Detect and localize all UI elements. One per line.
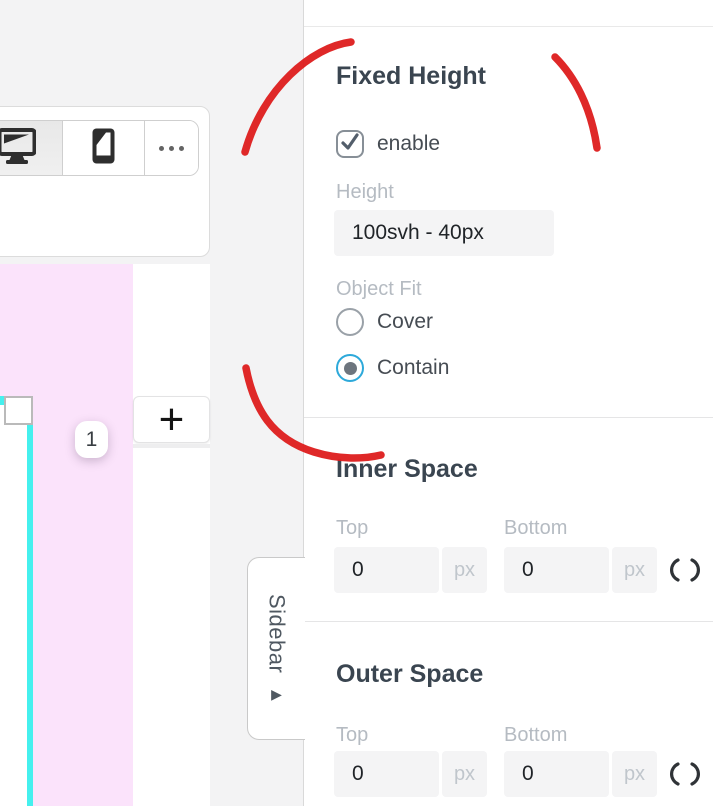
section-divider [304, 417, 713, 418]
sidebar-tab-label: Sidebar [264, 594, 290, 673]
inner-bottom-field: px [504, 547, 657, 593]
panel-top-divider [304, 26, 713, 27]
outer-top-input[interactable] [334, 751, 439, 797]
outer-top-label: Top [336, 724, 368, 747]
empty-column-strip [133, 264, 210, 806]
column-gap-band [133, 444, 210, 448]
height-label: Height [336, 181, 394, 204]
add-column-button[interactable]: + [133, 396, 210, 443]
selection-resize-handle[interactable] [4, 396, 33, 425]
inner-bottom-label: Bottom [504, 517, 567, 540]
inner-space-title: Inner Space [336, 455, 478, 484]
column-number-label: 1 [86, 428, 98, 452]
mobile-preview-button[interactable] [63, 121, 145, 175]
device-preview-toolbar [0, 120, 199, 176]
plus-icon: + [159, 398, 185, 442]
chevron-right-icon: ▶ [271, 686, 282, 703]
settings-panel: Fixed Height enable Height Object Fit Co… [303, 0, 713, 806]
object-fit-label: Object Fit [336, 278, 422, 301]
cover-label: Cover [377, 310, 433, 334]
inner-top-input[interactable] [334, 547, 439, 593]
column-number-badge[interactable]: 1 [75, 421, 108, 458]
desktop-preview-button[interactable] [0, 121, 63, 175]
inner-top-unit: px [442, 547, 487, 593]
radio-unselected-icon[interactable] [336, 308, 364, 336]
ellipsis-icon [159, 146, 184, 151]
outer-space-title: Outer Space [336, 660, 483, 689]
section-divider [304, 621, 713, 622]
enable-checkbox[interactable] [336, 130, 364, 158]
object-fit-option-cover[interactable]: Cover [336, 308, 433, 336]
outer-space-link-values-icon[interactable] [668, 760, 702, 793]
enable-row: enable [336, 130, 440, 158]
more-devices-button[interactable] [145, 121, 198, 175]
inner-bottom-unit: px [612, 547, 657, 593]
outer-bottom-field: px [504, 751, 657, 797]
radio-selected-icon[interactable] [336, 354, 364, 382]
inner-space-link-values-icon[interactable] [668, 556, 702, 589]
outer-top-field: px [334, 751, 487, 797]
mobile-icon [92, 128, 115, 169]
enable-label: enable [377, 132, 440, 156]
contain-label: Contain [377, 356, 449, 380]
inner-top-field: px [334, 547, 487, 593]
sidebar-collapse-tab[interactable]: Sidebar ▶ [247, 557, 305, 740]
fixed-height-title: Fixed Height [336, 62, 486, 91]
inner-bottom-input[interactable] [504, 547, 609, 593]
outer-bottom-label: Bottom [504, 724, 567, 747]
outer-bottom-input[interactable] [504, 751, 609, 797]
outer-bottom-unit: px [612, 751, 657, 797]
selected-element-body[interactable] [0, 405, 27, 806]
selection-border-right [27, 405, 33, 806]
outer-top-unit: px [442, 751, 487, 797]
checkmark-icon [339, 131, 361, 158]
desktop-icon [0, 127, 36, 170]
inner-top-label: Top [336, 517, 368, 540]
height-input[interactable] [334, 210, 554, 256]
object-fit-option-contain[interactable]: Contain [336, 354, 449, 382]
